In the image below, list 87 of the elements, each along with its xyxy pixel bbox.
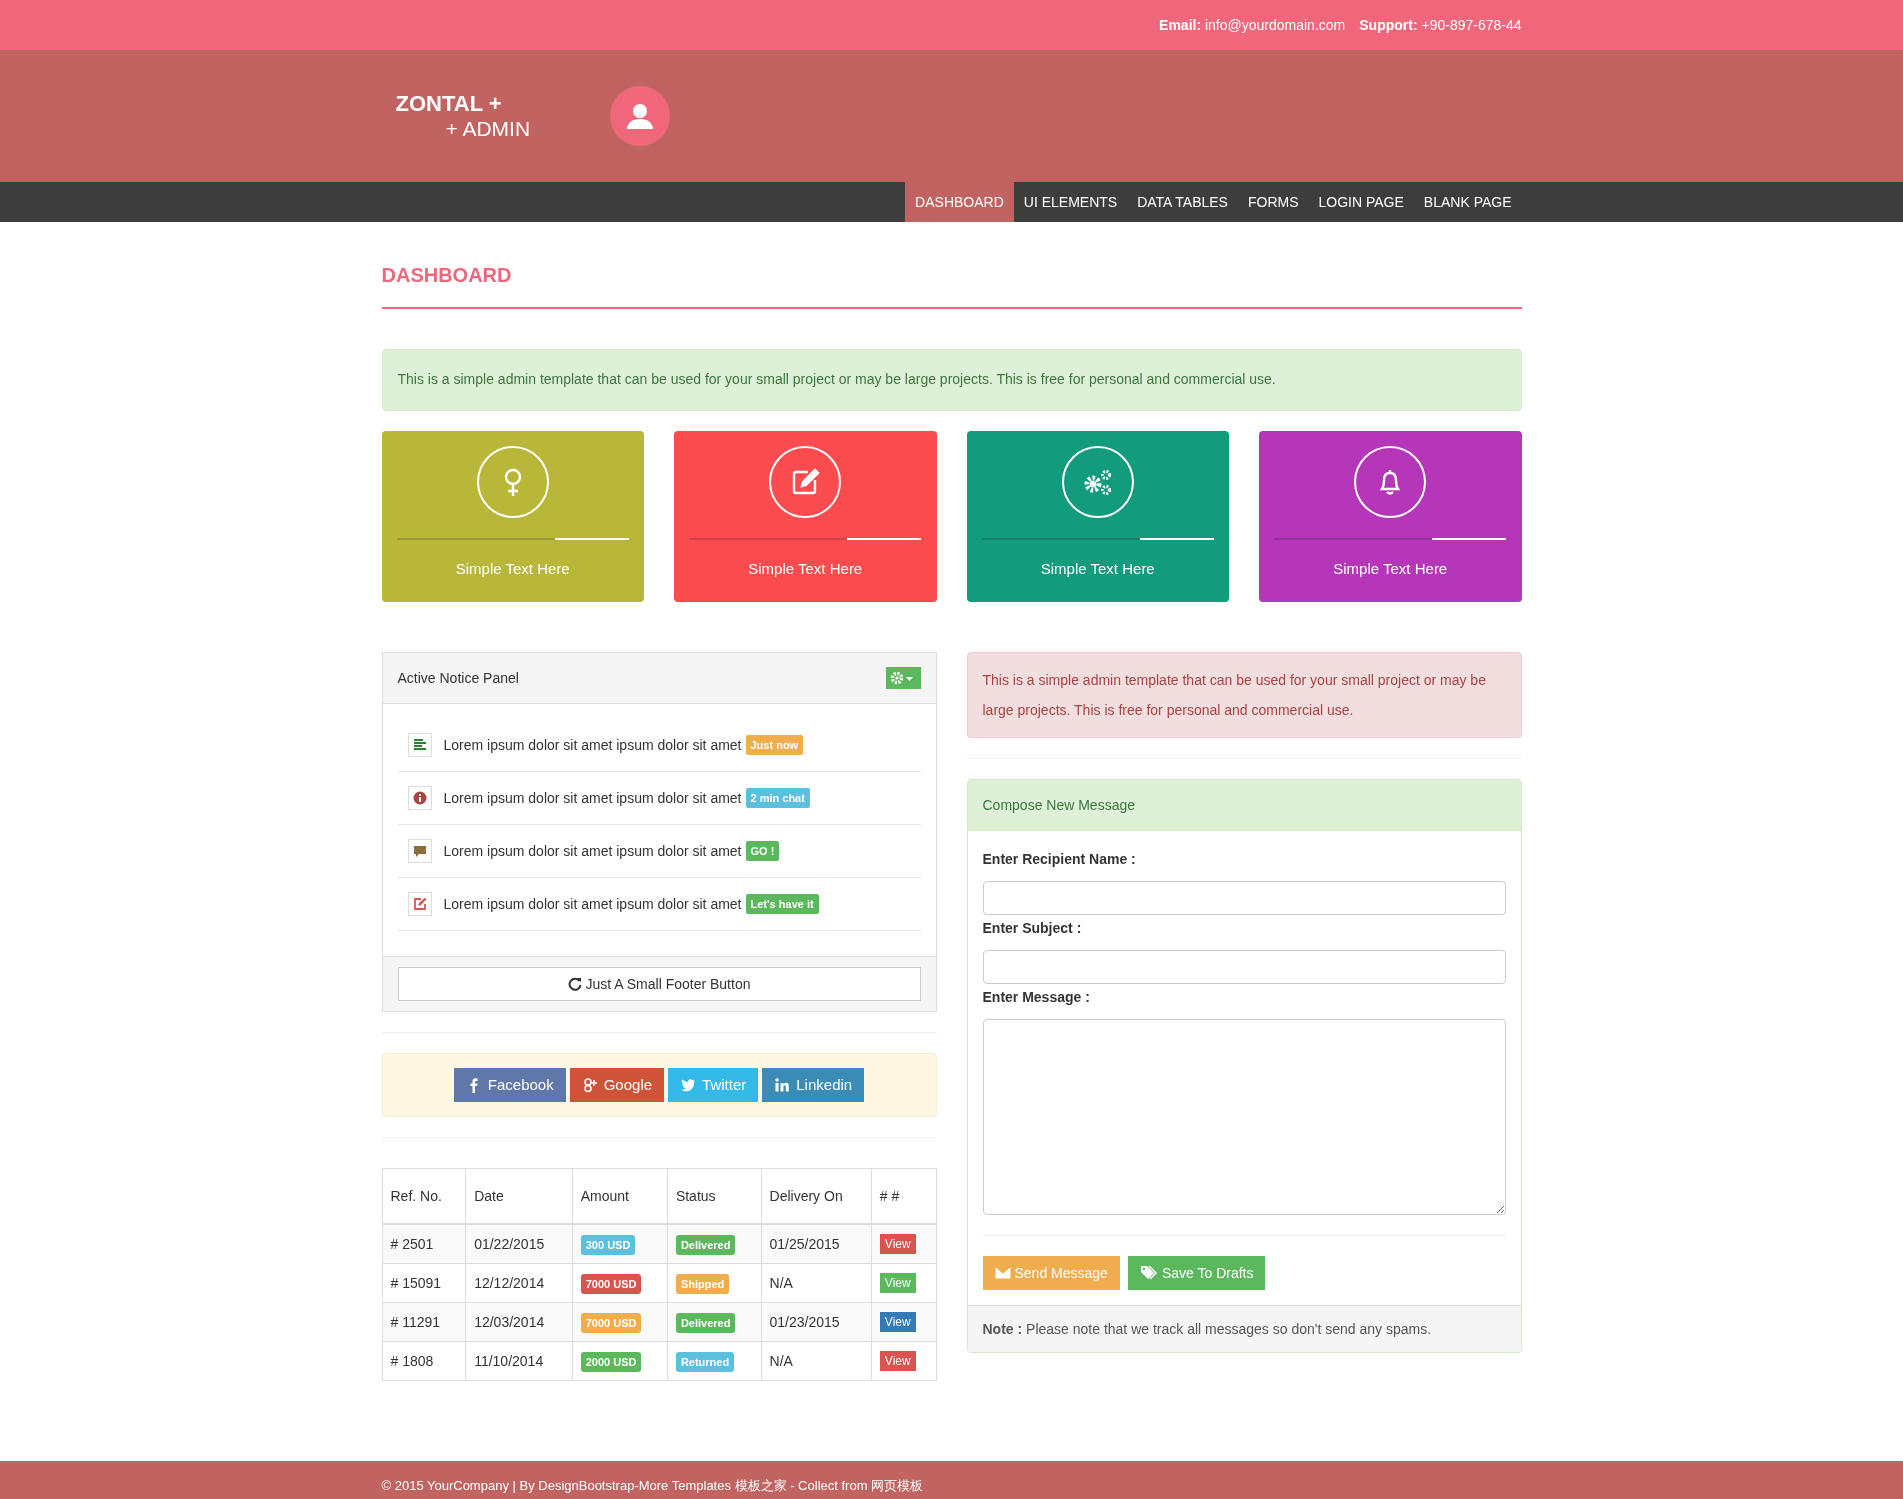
table-cell: # 2501 xyxy=(382,1223,466,1264)
view-button[interactable]: View xyxy=(879,1272,916,1293)
linkedin-icon xyxy=(774,1076,791,1093)
table-cell: N/A xyxy=(761,1341,872,1381)
notice-badge: Let's have it xyxy=(745,893,819,914)
nav-tab[interactable]: UI ELEMENTS xyxy=(1013,182,1128,222)
email-contact: Email: info@yourdomain.com xyxy=(1159,17,1346,33)
refresh-icon xyxy=(567,976,582,991)
table-cell: 12/12/2014 xyxy=(465,1263,573,1303)
edit-icon xyxy=(769,445,842,518)
table-cell: 01/22/2015 xyxy=(465,1223,573,1264)
nav-tab[interactable]: BLANK PAGE xyxy=(1413,182,1522,222)
info-alert: This is a simple admin template that can be used for your small project or may be large projects. This is free for personal and commercial use. xyxy=(381,349,1522,411)
footer-button[interactable]: Just A Small Footer Button xyxy=(397,966,921,1001)
table-cell: # 1808 xyxy=(382,1341,466,1381)
envelope-icon xyxy=(994,1266,1011,1280)
gears-icon xyxy=(1061,445,1134,518)
female-icon xyxy=(476,445,549,518)
table-cell: 12/03/2014 xyxy=(465,1302,573,1342)
column-header: Date xyxy=(465,1168,573,1224)
compose-note: Note : Please note that we track all messages so don't send any spams. xyxy=(967,1304,1521,1352)
edit-icon xyxy=(407,891,432,916)
view-button[interactable]: View xyxy=(879,1311,916,1332)
notice-text: Lorem ipsum dolor sit amet ipsum dolor sit amet xyxy=(443,736,742,753)
amount-label: 7000 USD xyxy=(580,1312,642,1333)
text-input[interactable] xyxy=(982,949,1506,984)
page-title: DASHBOARD xyxy=(381,264,513,287)
nav-tab[interactable]: FORMS xyxy=(1237,182,1309,222)
table-cell: # 11291 xyxy=(382,1302,466,1342)
linkedin-button[interactable]: Linkedin xyxy=(762,1067,865,1102)
drafts-button[interactable]: Save To Drafts xyxy=(1127,1255,1266,1290)
google-button[interactable]: Google xyxy=(569,1067,665,1102)
danger-alert: This is a simple admin template that can be used for your small project or may be large projects. This is free for personal and commercial use. xyxy=(966,651,1522,738)
column-header: # # xyxy=(871,1168,936,1224)
google-plus-icon xyxy=(581,1076,598,1093)
panel-title: Active Notice Panel xyxy=(397,669,519,686)
comment-icon xyxy=(407,838,432,863)
table-cell: N/A xyxy=(761,1263,872,1303)
text-input[interactable] xyxy=(982,880,1506,915)
column-header: Ref. No. xyxy=(382,1168,466,1224)
column-header: Delivery On xyxy=(761,1168,872,1224)
field-label: Enter Recipient Name : xyxy=(982,850,1137,867)
view-button[interactable]: View xyxy=(879,1350,916,1371)
tags-icon xyxy=(1139,1264,1158,1281)
notice-badge: 2 min chat xyxy=(745,787,810,808)
column-header: Amount xyxy=(572,1168,668,1224)
twitter-icon xyxy=(680,1076,697,1093)
notice-text: Lorem ipsum dolor sit amet ipsum dolor sit amet xyxy=(443,842,742,859)
card-label: Simple Text Here xyxy=(1333,559,1448,577)
table-cell: # 15091 xyxy=(382,1263,466,1303)
card-label: Simple Text Here xyxy=(1040,559,1155,577)
copyright-text: © 2015 YourCompany | By DesignBootstrap-More Templates 模板之家 - Collect from 网页模板 xyxy=(381,1477,924,1493)
status-label: Shipped xyxy=(675,1273,730,1294)
nav-tab[interactable]: DASHBOARD xyxy=(905,182,1014,222)
column-header: Status xyxy=(667,1168,762,1224)
notice-text: Lorem ipsum dolor sit amet ipsum dolor sit amet xyxy=(443,789,742,806)
user-icon xyxy=(625,101,656,131)
status-label: Delivered xyxy=(675,1234,736,1255)
amount-label: 2000 USD xyxy=(580,1351,642,1372)
twitter-button[interactable]: Twitter xyxy=(668,1067,759,1102)
card-label: Simple Text Here xyxy=(455,559,570,577)
notice-text: Lorem ipsum dolor sit amet ipsum dolor sit amet xyxy=(443,895,742,912)
info-icon xyxy=(407,785,432,810)
status-label: Returned xyxy=(675,1351,735,1372)
nav-tab[interactable]: DATA TABLES xyxy=(1127,182,1238,222)
support-phone: Support: +90-897-678-44 xyxy=(1359,17,1522,33)
field-label: Enter Message : xyxy=(982,988,1091,1005)
settings-dropdown-button[interactable] xyxy=(885,666,921,689)
field-label: Enter Subject : xyxy=(982,919,1083,936)
amount-label: 7000 USD xyxy=(580,1273,642,1294)
nav-tab[interactable]: LOGIN PAGE xyxy=(1308,182,1414,222)
logo-text: ZONTAL + xyxy=(395,91,503,117)
table-cell: 11/10/2014 xyxy=(465,1341,573,1381)
align-left-icon xyxy=(407,732,432,757)
status-label: Delivered xyxy=(675,1312,736,1333)
notice-badge: GO ! xyxy=(745,840,780,861)
card-label: Simple Text Here xyxy=(748,559,863,577)
bell-icon xyxy=(1354,445,1427,518)
table-cell: 01/25/2015 xyxy=(761,1223,872,1264)
notice-badge: Just now xyxy=(745,734,804,755)
amount-label: 300 USD xyxy=(580,1234,636,1255)
table-cell: 01/23/2015 xyxy=(761,1302,872,1342)
facebook-button[interactable]: Facebook xyxy=(453,1067,566,1102)
message-textarea[interactable] xyxy=(982,1018,1506,1215)
logo-subtext: + ADMIN xyxy=(444,117,531,141)
compose-title: Compose New Message xyxy=(967,779,1521,831)
view-button[interactable]: View xyxy=(879,1233,916,1254)
